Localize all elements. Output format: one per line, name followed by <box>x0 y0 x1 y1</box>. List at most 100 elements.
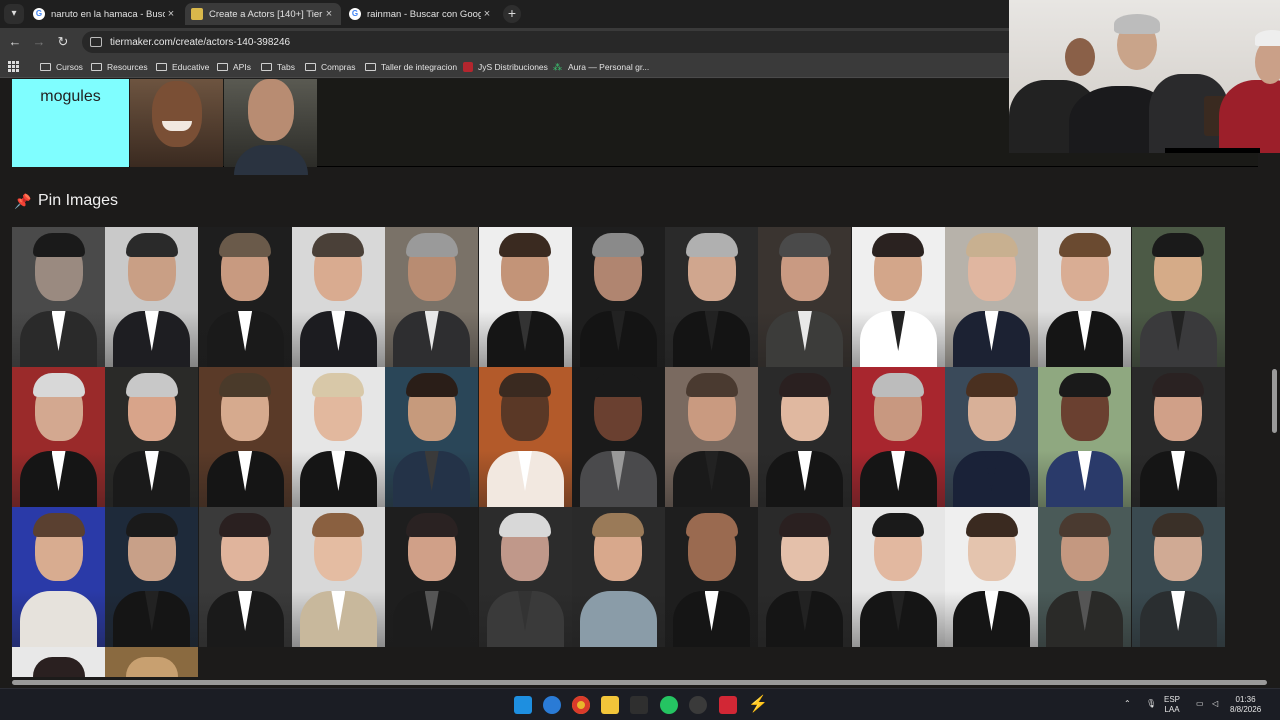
forward-arrow-icon[interactable]: → <box>30 33 48 51</box>
tier-label[interactable]: mogules <box>12 79 129 167</box>
tab-rainman[interactable]: rainman - Buscar con Google × <box>343 3 499 25</box>
folder-icon <box>91 63 102 71</box>
actor-pin-image[interactable] <box>1131 227 1225 367</box>
tiermaker-page: mogules 📌 Pin Images <box>0 79 1280 682</box>
close-icon[interactable]: × <box>323 8 335 20</box>
actor-pin-image[interactable] <box>1131 507 1225 647</box>
actor-pin-image[interactable] <box>665 507 759 647</box>
actor-pin-image[interactable] <box>105 367 199 507</box>
reload-icon[interactable]: ↻ <box>54 33 72 51</box>
tab-naruto[interactable]: naruto en la hamaca - Buscar co × <box>27 3 183 25</box>
actor-pin-image[interactable] <box>571 227 665 367</box>
bookmark-label: Educative <box>172 62 210 72</box>
language-indicator[interactable]: ESP LAA <box>1164 695 1180 715</box>
actor-pin-image[interactable] <box>1131 367 1225 507</box>
actor-pin-image[interactable] <box>198 507 292 647</box>
google-icon <box>33 8 45 20</box>
tier-actor-image[interactable] <box>224 79 317 175</box>
network-icon[interactable]: ▭ <box>1196 699 1204 709</box>
actor-pin-image[interactable] <box>1038 227 1132 367</box>
folder-icon <box>305 63 316 71</box>
tier-actor-image[interactable] <box>130 79 223 167</box>
actor-pin-image[interactable] <box>198 367 292 507</box>
horizontal-scrollbar[interactable] <box>0 677 1280 688</box>
actor-pin-image[interactable] <box>291 227 385 367</box>
actor-pin-image[interactable] <box>12 647 105 679</box>
actor-pin-image[interactable] <box>12 367 105 507</box>
close-icon[interactable]: × <box>481 8 493 20</box>
actor-pin-image[interactable] <box>105 507 199 647</box>
actor-pin-image[interactable] <box>1038 367 1132 507</box>
actor-pin-image[interactable] <box>105 227 199 367</box>
actor-pin-image[interactable] <box>385 367 479 507</box>
bookmark-jys[interactable]: JyS Distribuciones <box>463 60 548 74</box>
bookmark-tabs[interactable]: Tabs <box>261 60 295 74</box>
new-tab-button[interactable]: + <box>503 5 521 23</box>
actor-pin-image[interactable] <box>851 507 945 647</box>
chrome-icon[interactable] <box>572 696 590 714</box>
actor-pin-image[interactable] <box>385 507 479 647</box>
openai-icon[interactable] <box>689 696 707 714</box>
bookmark-educative[interactable]: Educative <box>156 60 209 74</box>
clock[interactable]: 01:36 8/8/2026 <box>1230 695 1261 715</box>
app-red-icon[interactable] <box>719 696 737 714</box>
actor-pin-image[interactable] <box>945 507 1038 647</box>
actor-pin-image[interactable] <box>758 507 852 647</box>
outlook-icon[interactable] <box>543 696 561 714</box>
actor-pin-image[interactable] <box>665 367 759 507</box>
folder-icon <box>261 63 272 71</box>
actor-pin-image[interactable] <box>12 227 105 367</box>
actor-pin-image[interactable] <box>198 227 292 367</box>
app-cube-icon[interactable] <box>630 696 648 714</box>
layout-text: LAA <box>1164 705 1180 714</box>
bookmark-apis[interactable]: APIs <box>217 60 251 74</box>
pushpin-icon: 📌 <box>14 193 32 209</box>
bookmark-cursos[interactable]: Cursos <box>40 60 83 74</box>
scrollbar-thumb[interactable] <box>1272 369 1277 433</box>
site-info-icon[interactable] <box>90 37 102 47</box>
actor-pin-image[interactable] <box>385 227 479 367</box>
actor-pin-image[interactable] <box>851 367 945 507</box>
scrollbar-thumb[interactable] <box>12 680 1267 685</box>
actor-pin-image[interactable] <box>478 507 572 647</box>
windows-start-icon[interactable] <box>514 696 532 714</box>
tab-tiermaker[interactable]: Create a Actors [140+] Tier List × <box>185 3 341 25</box>
tab-search-button[interactable]: ▾ <box>4 4 24 24</box>
actor-pin-image[interactable] <box>758 367 852 507</box>
actor-pin-image[interactable] <box>291 367 385 507</box>
actor-pin-image[interactable] <box>105 647 199 679</box>
whatsapp-icon[interactable] <box>660 696 678 714</box>
bookmark-resources[interactable]: Resources <box>91 60 148 74</box>
actor-pin-image[interactable] <box>571 507 665 647</box>
actor-pin-image[interactable] <box>571 367 665 507</box>
actor-pin-image[interactable] <box>12 507 105 647</box>
bookmark-compras[interactable]: Compras <box>305 60 355 74</box>
pin-images-heading: 📌 Pin Images <box>14 192 118 210</box>
chevron-up-icon[interactable]: ⌃ <box>1124 699 1131 709</box>
actor-pin-image[interactable] <box>478 367 572 507</box>
actor-pin-image[interactable] <box>758 227 852 367</box>
actor-pin-image[interactable] <box>851 227 945 367</box>
actor-pin-image[interactable] <box>1038 507 1132 647</box>
lightning-icon[interactable]: ⚡ <box>748 696 768 714</box>
bookmark-aura[interactable]: ⁂ Aura — Personal gr... <box>553 60 649 74</box>
back-arrow-icon[interactable]: ← <box>6 33 24 51</box>
folder-icon <box>365 63 376 71</box>
actor-pin-image[interactable] <box>945 227 1038 367</box>
microphone-icon[interactable]: 🎙 <box>1146 699 1156 709</box>
actor-pin-image[interactable] <box>665 227 759 367</box>
bookmark-label: Tabs <box>277 62 295 72</box>
actor-pin-image[interactable] <box>945 367 1038 507</box>
volume-icon[interactable]: ◁ <box>1212 699 1218 709</box>
tiermaker-icon <box>191 8 203 20</box>
close-icon[interactable]: × <box>165 8 177 20</box>
bookmark-taller[interactable]: Taller de integracion <box>365 60 457 74</box>
actor-pin-image[interactable] <box>291 507 385 647</box>
actor-pin-image[interactable] <box>478 227 572 367</box>
webcam-overlay <box>1009 0 1280 153</box>
bookmark-label: Compras <box>321 62 356 72</box>
language-text: ESP <box>1164 695 1181 704</box>
file-explorer-icon[interactable] <box>601 696 619 714</box>
apps-grid-icon[interactable] <box>8 61 19 72</box>
vertical-scrollbar[interactable] <box>1268 79 1280 682</box>
